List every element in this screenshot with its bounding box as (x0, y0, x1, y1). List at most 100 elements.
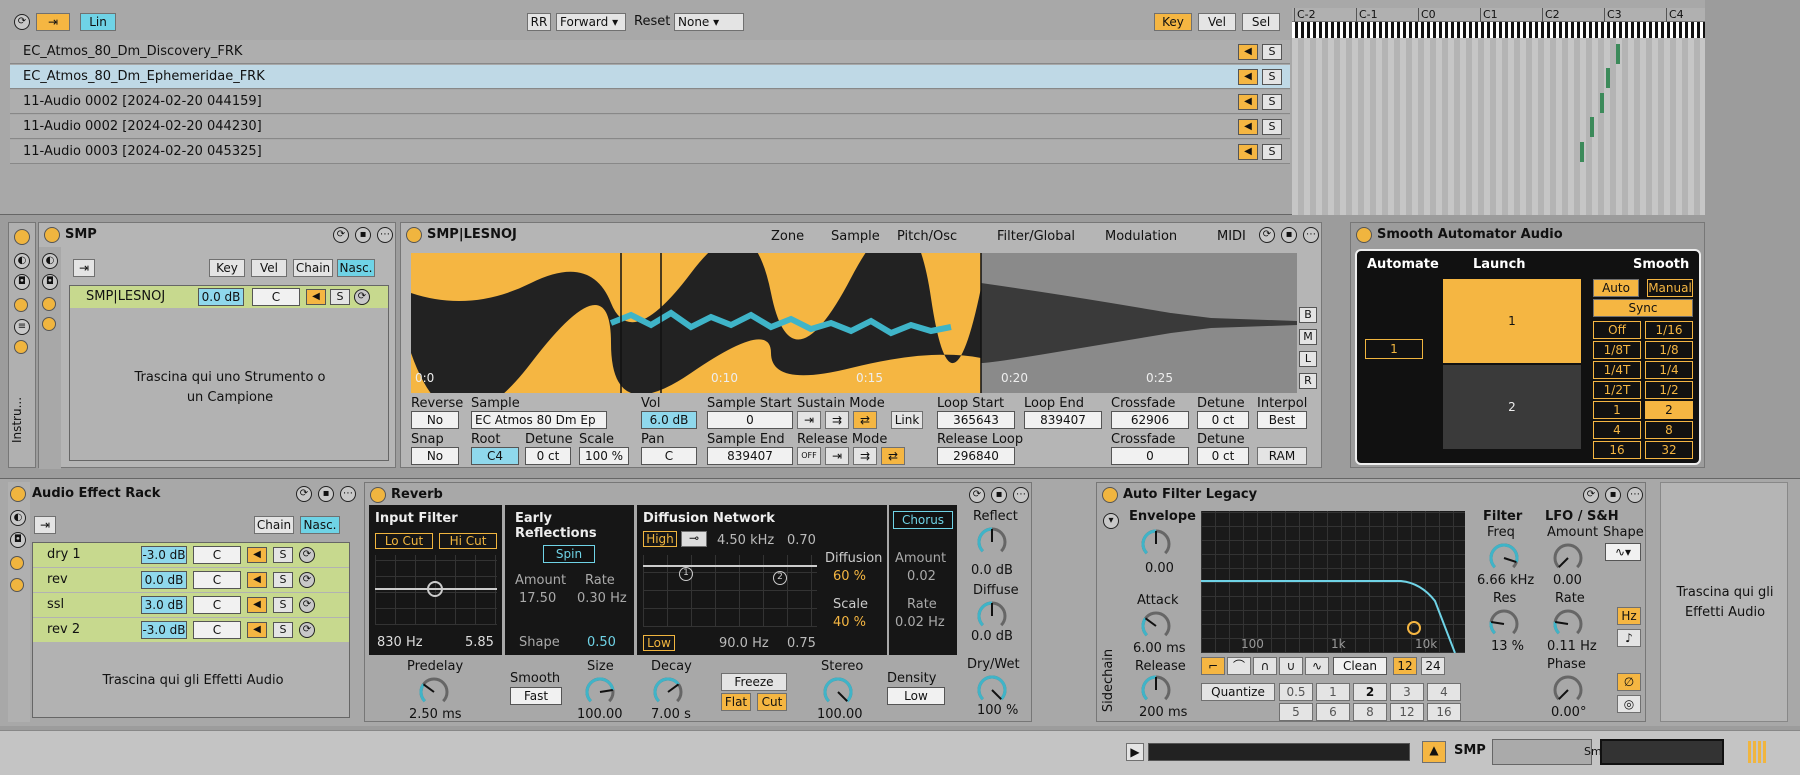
smp-rack-mod-icon[interactable]: ⟳ (333, 227, 349, 243)
input-filter-handle[interactable] (427, 581, 443, 597)
sample-select[interactable]: EC Atmos 80 Dm Ep (471, 411, 607, 429)
lfo-shape-select[interactable]: ∿▾ (1605, 543, 1641, 561)
rate-1-2[interactable]: 1/2 (1645, 381, 1693, 399)
chain-list-icon[interactable] (14, 298, 28, 312)
hicut-button[interactable]: Hi Cut (439, 533, 497, 549)
sample-speaker-icon[interactable]: ◀ (1238, 144, 1258, 160)
sample-solo-button[interactable]: S (1262, 69, 1282, 85)
rate-32[interactable]: 32 (1645, 441, 1693, 459)
shelf-icon[interactable]: ⊸ (681, 531, 707, 547)
fx-nasc-button[interactable]: Nasc. (300, 516, 340, 534)
sidechain-toggle-icon[interactable]: ▾ (1103, 513, 1119, 529)
er-rate[interactable]: 0.30 Hz (577, 591, 627, 606)
zone-bar-3[interactable] (1600, 93, 1604, 113)
filter-type-hp[interactable]: ⌒ (1227, 657, 1251, 675)
sustain-mode-1[interactable]: ⇥ (797, 411, 821, 429)
sample-end-field[interactable]: 839407 (707, 447, 793, 465)
diffuse-knob[interactable] (975, 599, 1009, 633)
quantize-6[interactable]: 6 (1316, 703, 1350, 721)
fx-chain-solo[interactable]: S (273, 622, 293, 638)
fx-chain-pan[interactable]: C (193, 621, 241, 639)
auto-button[interactable]: Auto (1593, 279, 1639, 297)
quantize-16[interactable]: 16 (1427, 703, 1461, 721)
detune2-field[interactable]: 0 ct (525, 447, 571, 465)
device-thumbnails-2[interactable] (1600, 739, 1724, 765)
reset-select[interactable]: None ▾ (674, 13, 744, 31)
sample-row[interactable]: 11-Audio 0002 [2024-02-20 044230] ◀ S (10, 115, 1290, 139)
ram-button[interactable]: RAM (1257, 447, 1307, 465)
sustain-mode-3[interactable]: ⇄ (853, 411, 877, 429)
phase-knob[interactable] (1551, 673, 1585, 707)
smp-rack-on[interactable] (44, 227, 60, 243)
fx-chain-pan[interactable]: C (193, 596, 241, 614)
reflect-knob[interactable] (975, 525, 1009, 559)
filter-type-morph[interactable]: ∿ (1305, 657, 1329, 675)
release-mode-2[interactable]: ⇉ (853, 447, 877, 465)
interpol-select[interactable]: Best (1257, 411, 1307, 429)
sample-row[interactable]: 11-Audio 0003 [2024-02-20 045325] ◀ S (10, 140, 1290, 164)
quantize-12[interactable]: 12 (1390, 703, 1424, 721)
low-freq[interactable]: 90.0 Hz (719, 636, 769, 651)
zone-bar-1[interactable] (1616, 44, 1620, 64)
sustain-mode-2[interactable]: ⇉ (825, 411, 849, 429)
btn-r[interactable]: R (1299, 373, 1317, 389)
af-menu-icon[interactable]: ⋯ (1627, 487, 1643, 503)
quantize-0.5[interactable]: 0.5 (1279, 683, 1313, 701)
spin-button[interactable]: Spin (543, 545, 595, 563)
fx-rack-save-icon[interactable]: ▪ (318, 486, 334, 502)
diff-handle-1[interactable]: 1 (679, 567, 693, 581)
rate-1-4[interactable]: 1/4 (1645, 361, 1693, 379)
fx-chain-pan[interactable]: C (193, 546, 241, 564)
fx-chain-speaker-icon[interactable]: ◀ (247, 622, 267, 638)
af-save-icon[interactable]: ▪ (1605, 487, 1621, 503)
smp-chain-speaker-icon[interactable]: ◀ (306, 289, 326, 305)
attack-knob[interactable] (1139, 609, 1173, 643)
sampler-save-icon[interactable]: ▪ (1281, 227, 1297, 243)
fx-chain-speaker-icon[interactable]: ◀ (247, 597, 267, 613)
rate-Off[interactable]: Off (1593, 321, 1641, 339)
density-select[interactable]: Low (887, 687, 945, 705)
vel-button[interactable]: Vel (1198, 13, 1236, 31)
rr-button[interactable]: RR (527, 13, 551, 31)
sample-solo-button[interactable]: S (1262, 144, 1282, 160)
tab-sample[interactable]: Sample (831, 229, 880, 244)
fx-chain-row[interactable]: rev 0.0 dB C ◀ S ⟳ (33, 568, 349, 592)
btn-m[interactable]: M (1299, 329, 1317, 345)
fx-drop-zone[interactable]: Trascina qui gli Effetti Audio (1660, 482, 1788, 722)
camera-icon[interactable]: ◘ (14, 274, 30, 290)
key-zone-grid[interactable] (1292, 38, 1705, 215)
zone-bar-4[interactable] (1590, 117, 1594, 137)
smp-camera-icon[interactable]: ◘ (42, 274, 58, 290)
zone-bar-2[interactable] (1606, 68, 1610, 88)
reverb-menu-icon[interactable]: ⋯ (1013, 487, 1029, 503)
fx-chain-row[interactable]: ssl 3.0 dB C ◀ S ⟳ (33, 593, 349, 617)
freeze-button[interactable]: Freeze (721, 673, 787, 691)
smp-rack-save-icon[interactable]: ▪ (355, 227, 371, 243)
detune3-field[interactable]: 0 ct (1197, 447, 1249, 465)
reverse-field[interactable]: No (411, 411, 459, 429)
smp-chain-solo[interactable]: S (330, 289, 350, 305)
release-off[interactable]: OFF (797, 447, 821, 465)
rate-2[interactable]: 2 (1645, 401, 1693, 419)
low-button[interactable]: Low (643, 635, 675, 651)
sample-start-field[interactable]: 0 (707, 411, 793, 429)
rate-4[interactable]: 4 (1593, 421, 1641, 439)
key-button[interactable]: Key (1154, 13, 1192, 31)
chorus-amount[interactable]: 0.02 (907, 569, 936, 584)
tab-modulation[interactable]: Modulation (1105, 229, 1177, 244)
release-knob[interactable] (1139, 673, 1173, 707)
fx-chain-vol[interactable]: -3.0 dB (141, 546, 187, 564)
chorus-rate[interactable]: 0.02 Hz (895, 615, 945, 630)
rate-8[interactable]: 8 (1645, 421, 1693, 439)
fx-chain-row[interactable]: rev 2 -3.0 dB C ◀ S ⟳ (33, 618, 349, 642)
lfo-amount-knob[interactable] (1551, 541, 1585, 575)
stereo-knob[interactable] (821, 675, 855, 709)
play-mode-button[interactable]: ⇥ (36, 13, 70, 31)
smp-key-button[interactable]: Key (209, 259, 245, 277)
smp-chain-pan[interactable]: C (252, 288, 300, 306)
smp-hotswap-icon[interactable]: ◐ (42, 253, 58, 269)
rate-1-16[interactable]: 1/16 (1645, 321, 1693, 339)
smp-chain-icon[interactable] (42, 297, 56, 311)
overview-bar[interactable] (1148, 743, 1410, 761)
fx-chain-row[interactable]: dry 1 -3.0 dB C ◀ S ⟳ (33, 543, 349, 567)
